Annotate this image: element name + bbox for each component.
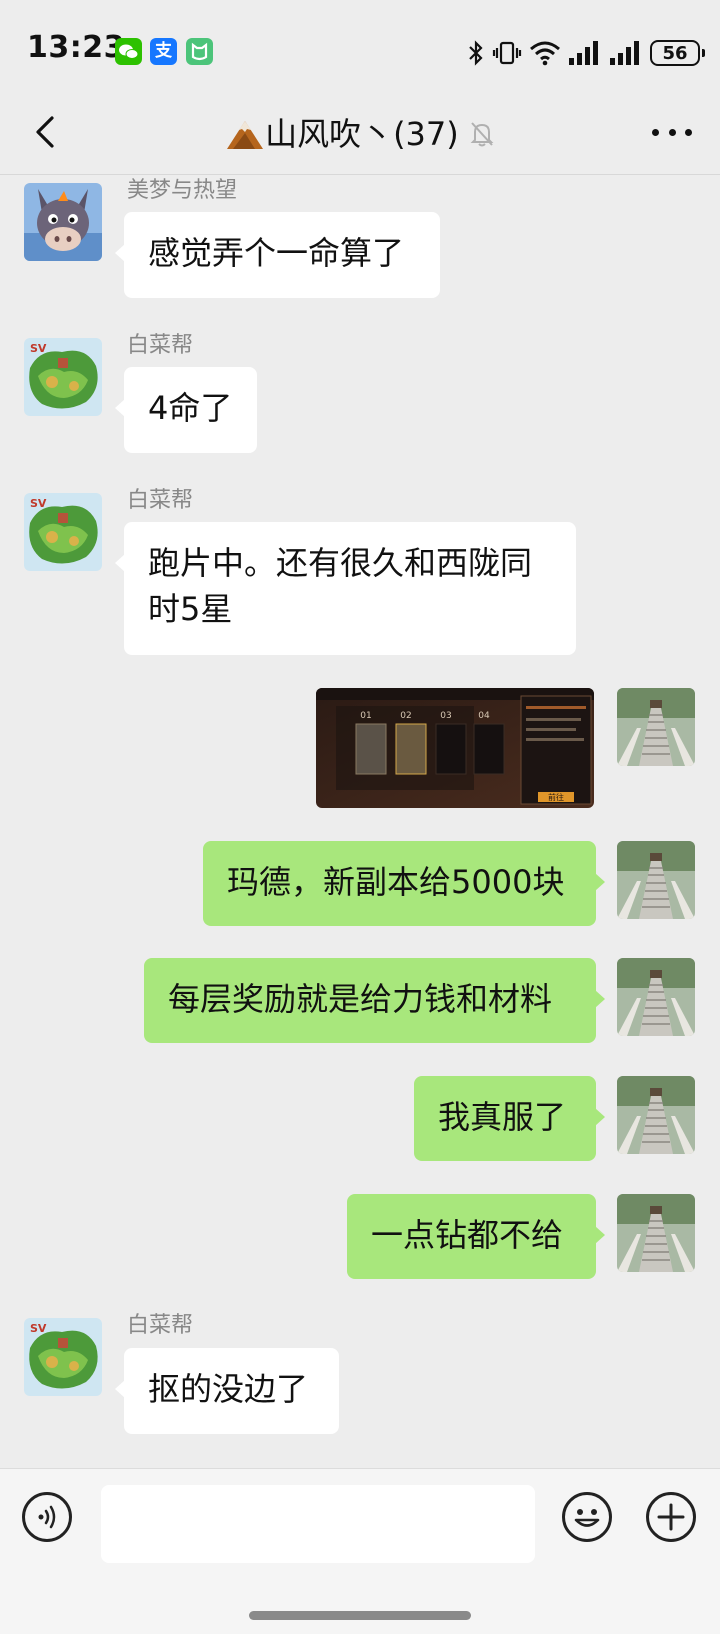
image-go-button-label: 前往 (548, 792, 564, 802)
mi-home-icon (186, 38, 213, 65)
message-bubble[interactable]: 每层奖励就是给力钱和材料 (144, 958, 605, 1043)
plus-icon (657, 1503, 685, 1531)
sender-name: 白菜帮 (127, 488, 194, 513)
message-bubble[interactable]: 跑片中。还有很久和西陇同时5星 (115, 522, 576, 655)
my-avatar[interactable] (617, 688, 695, 766)
alipay-icon: 支 (150, 38, 177, 65)
message-bubble[interactable]: 我真服了 (414, 1076, 605, 1161)
mountain-emoji-icon (227, 121, 264, 149)
chat-title-text: 山风吹丶(37) (265, 115, 459, 153)
emoji-icon (574, 1509, 600, 1527)
avatar-map[interactable]: SV (24, 1318, 102, 1396)
mute-bell-icon (470, 122, 494, 147)
avatar-map[interactable]: SV (24, 338, 102, 416)
vibrate-icon (492, 41, 522, 65)
my-avatar[interactable] (617, 958, 695, 1036)
battery-icon: 56 (650, 40, 705, 66)
sender-name: 白菜帮 (127, 1313, 194, 1338)
home-indicator[interactable] (249, 1611, 471, 1620)
chat-title[interactable]: 山风吹丶(37) (0, 112, 720, 154)
message-bubble[interactable]: 抠的没边了 (115, 1348, 339, 1434)
status-icons: 56 (467, 36, 705, 70)
tab-02: 02 (400, 711, 411, 721)
status-bar: 13:23 支 56 (0, 0, 720, 100)
image-message[interactable]: 01 02 03 04 前往 (316, 688, 594, 808)
voice-icon (38, 1505, 56, 1529)
message-input[interactable] (101, 1485, 535, 1563)
dot (685, 128, 692, 136)
message-bubble[interactable]: 4命了 (115, 367, 257, 453)
emoji-button[interactable] (562, 1492, 612, 1542)
chat-header: 山风吹丶(37) (0, 100, 720, 175)
tab-03: 03 (440, 711, 451, 721)
add-button[interactable] (646, 1492, 696, 1542)
message-bubble[interactable]: 玛德，新副本给5000块 (203, 841, 605, 926)
battery-level: 56 (662, 42, 688, 64)
more-options-button[interactable] (652, 112, 692, 152)
my-avatar[interactable] (617, 1076, 695, 1154)
signal-icon-2 (610, 41, 639, 65)
tab-01: 01 (360, 711, 371, 721)
svg-text:SV: SV (30, 497, 47, 510)
bluetooth-icon (469, 40, 483, 66)
avatar-map[interactable]: SV (24, 493, 102, 571)
tab-04: 04 (478, 711, 490, 721)
avatar-donkey[interactable] (24, 183, 102, 261)
message-bubble[interactable]: 一点钻都不给 (347, 1194, 605, 1279)
svg-text:SV: SV (30, 1322, 47, 1335)
wechat-icon (115, 38, 142, 65)
sender-name: 美梦与热望 (127, 178, 238, 203)
message-bubble[interactable]: 感觉弄个一命算了 (115, 212, 440, 298)
dot (652, 128, 659, 136)
wifi-icon (530, 41, 560, 66)
sender-name: 白菜帮 (127, 333, 194, 358)
status-time: 13:23 (27, 30, 125, 65)
signal-icon (569, 41, 598, 65)
dot (668, 128, 676, 136)
input-bar (0, 1468, 720, 1634)
voice-button[interactable] (22, 1492, 72, 1542)
svg-text:SV: SV (30, 342, 47, 355)
my-avatar[interactable] (617, 841, 695, 919)
my-avatar[interactable] (617, 1194, 695, 1272)
